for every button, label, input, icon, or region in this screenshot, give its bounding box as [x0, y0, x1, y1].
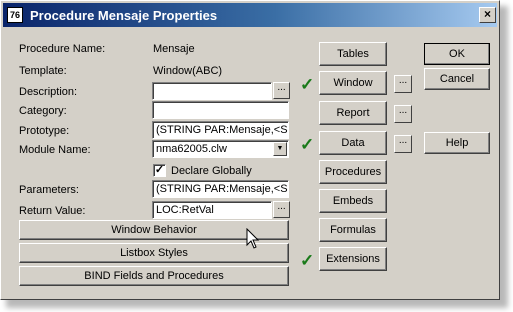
module-name-combo[interactable]: nma62005.clw ▼ — [152, 140, 289, 158]
procedure-name-value: Mensaje — [153, 43, 195, 55]
prototype-label: Prototype: — [19, 125, 70, 137]
description-field[interactable] — [152, 82, 272, 100]
declare-globally-label[interactable]: Declare Globally — [171, 165, 252, 177]
window-check-icon: ✓ — [300, 75, 315, 94]
window-button[interactable]: Window — [319, 71, 387, 95]
chevron-down-icon[interactable]: ▼ — [273, 142, 287, 156]
data-check-icon: ✓ — [300, 135, 315, 154]
title-bar[interactable]: 76 Procedure Mensaje Properties × — [3, 3, 497, 27]
report-ellipsis-button[interactable]: ... — [394, 105, 412, 123]
window-title: Procedure Mensaje Properties — [30, 8, 218, 23]
data-ellipsis-button[interactable]: ... — [394, 135, 412, 153]
return-value-ellipsis-button[interactable]: ... — [273, 201, 290, 218]
return-value-label: Return Value: — [19, 205, 86, 217]
close-button[interactable]: × — [479, 7, 496, 23]
declare-globally-checkbox[interactable]: ✓ — [153, 164, 166, 177]
extensions-check-icon: ✓ — [300, 251, 315, 270]
procedures-button[interactable]: Procedures — [319, 160, 387, 184]
prototype-field[interactable]: (STRING PAR:Mensaje,<S — [152, 121, 289, 139]
description-label: Description: — [19, 86, 78, 98]
extensions-button[interactable]: Extensions — [319, 247, 387, 271]
help-button[interactable]: Help — [424, 132, 490, 154]
embeds-button[interactable]: Embeds — [319, 189, 387, 213]
tables-button[interactable]: Tables — [319, 42, 387, 66]
template-label: Template: — [19, 65, 67, 77]
ok-button[interactable]: OK — [424, 43, 490, 65]
report-button[interactable]: Report — [319, 101, 387, 125]
description-ellipsis-button[interactable]: ... — [273, 82, 290, 99]
bind-fields-button[interactable]: BIND Fields and Procedures — [19, 266, 289, 286]
procedure-name-label: Procedure Name: — [19, 43, 106, 55]
parameters-label: Parameters: — [19, 184, 79, 196]
window-ellipsis-button[interactable]: ... — [394, 75, 412, 93]
procedure-properties-dialog: 76 Procedure Mensaje Properties × Proced… — [0, 0, 500, 300]
template-value: Window(ABC) — [153, 65, 223, 77]
cancel-button[interactable]: Cancel — [424, 68, 490, 90]
parameters-field[interactable]: (STRING PAR:Mensaje,<S — [152, 180, 289, 198]
mouse-pointer-icon — [246, 228, 260, 249]
app-icon: 76 — [7, 7, 23, 23]
category-field[interactable] — [152, 101, 289, 119]
module-name-label: Module Name: — [19, 144, 91, 156]
category-label: Category: — [19, 105, 67, 117]
module-name-value: nma62005.clw — [156, 143, 227, 155]
return-value-field[interactable]: LOC:RetVal — [152, 201, 272, 219]
data-button[interactable]: Data — [319, 131, 387, 155]
formulas-button[interactable]: Formulas — [319, 218, 387, 242]
